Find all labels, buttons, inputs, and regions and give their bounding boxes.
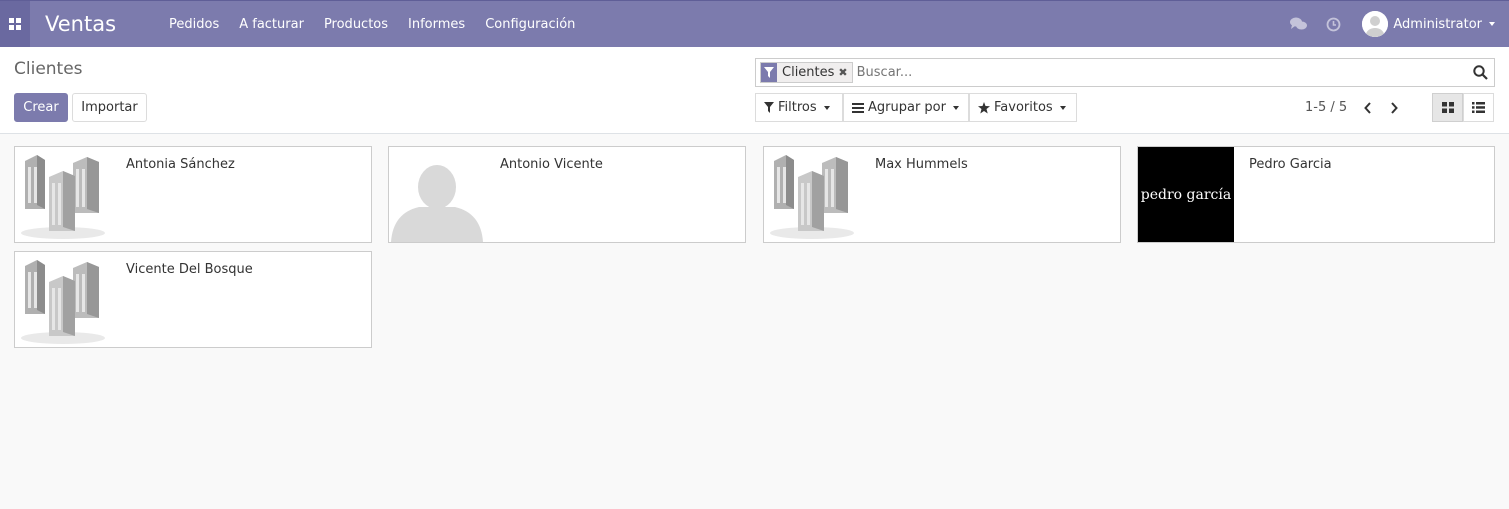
search-bar: Clientes ✖	[755, 58, 1495, 87]
person-placeholder-image	[389, 147, 485, 242]
menu-item-pedidos[interactable]: Pedidos	[169, 17, 219, 32]
list-icon	[1472, 102, 1485, 113]
filter-icon	[761, 63, 777, 82]
kanban-card[interactable]: Max Hummels	[763, 146, 1121, 243]
group-by-dropdown[interactable]: Agrupar por	[843, 93, 969, 122]
control-panel: Clientes Crear Importar Clientes ✖ Filtr…	[0, 47, 1509, 134]
search-icon[interactable]	[1468, 65, 1492, 80]
favorites-label: Favoritos	[994, 100, 1053, 115]
facet-label: Clientes	[782, 65, 835, 80]
partner-name: Pedro Garcia	[1249, 157, 1332, 172]
menu-item-productos[interactable]: Productos	[324, 17, 388, 32]
kanban-card[interactable]: Antonio Vicente	[388, 146, 746, 243]
list-icon	[852, 102, 864, 113]
kanban-view-button[interactable]	[1432, 93, 1463, 122]
close-icon[interactable]: ✖	[838, 66, 851, 79]
menu-item-configuracion[interactable]: Configuración	[485, 17, 575, 32]
avatar	[1362, 11, 1389, 37]
create-button[interactable]: Crear	[14, 93, 68, 122]
search-facet: Clientes ✖	[760, 62, 853, 83]
chevron-down-icon	[823, 105, 830, 110]
grid-icon	[9, 18, 21, 30]
company-image	[15, 252, 111, 347]
import-button[interactable]: Importar	[72, 93, 147, 122]
menu-item-informes[interactable]: Informes	[408, 17, 465, 32]
search-input[interactable]	[856, 62, 1468, 83]
company-logo: pedro garcía	[1138, 147, 1234, 242]
chevron-down-icon	[1489, 22, 1495, 26]
kanban-card[interactable]: Antonia Sánchez	[14, 146, 372, 243]
pager: 1-5 / 5	[1305, 100, 1407, 115]
apps-menu-button[interactable]	[0, 1, 30, 47]
favorites-dropdown[interactable]: Favoritos	[969, 93, 1077, 122]
partner-name: Max Hummels	[875, 157, 968, 172]
partner-name: Vicente Del Bosque	[126, 262, 253, 277]
main-menu: Pedidos A facturar Productos Informes Co…	[159, 17, 585, 32]
view-switcher	[1432, 93, 1494, 122]
page-title: Clientes	[14, 59, 83, 79]
partner-name: Antonia Sánchez	[126, 157, 235, 172]
app-brand[interactable]: Ventas	[45, 1, 157, 47]
chevron-down-icon	[1059, 105, 1066, 110]
navbar-systray: Administrator	[1289, 1, 1509, 47]
filters-dropdown[interactable]: Filtros	[755, 93, 843, 122]
chevron-right-icon[interactable]	[1381, 101, 1407, 114]
kanban-card[interactable]: Vicente Del Bosque	[14, 251, 372, 348]
chat-icon[interactable]	[1289, 15, 1307, 33]
clock-icon[interactable]	[1324, 15, 1342, 33]
kanban-card[interactable]: pedro garcía Pedro Garcia	[1137, 146, 1495, 243]
filters-label: Filtros	[778, 100, 817, 115]
list-view-button[interactable]	[1463, 93, 1494, 122]
chevron-left-icon[interactable]	[1355, 101, 1381, 114]
partner-name: Antonio Vicente	[500, 157, 603, 172]
kanban-icon	[1441, 102, 1454, 113]
company-image	[764, 147, 860, 242]
user-name: Administrator	[1393, 16, 1482, 32]
star-icon	[978, 101, 990, 113]
logo-text: pedro garcía	[1140, 186, 1232, 203]
group-by-label: Agrupar por	[868, 100, 946, 115]
filter-icon	[764, 102, 774, 113]
company-image	[15, 147, 111, 242]
chevron-down-icon	[952, 105, 959, 110]
menu-item-a-facturar[interactable]: A facturar	[239, 17, 304, 32]
user-menu[interactable]: Administrator	[1362, 11, 1495, 37]
pager-value[interactable]: 1-5 / 5	[1305, 100, 1347, 115]
main-navbar: Ventas Pedidos A facturar Productos Info…	[0, 0, 1509, 47]
